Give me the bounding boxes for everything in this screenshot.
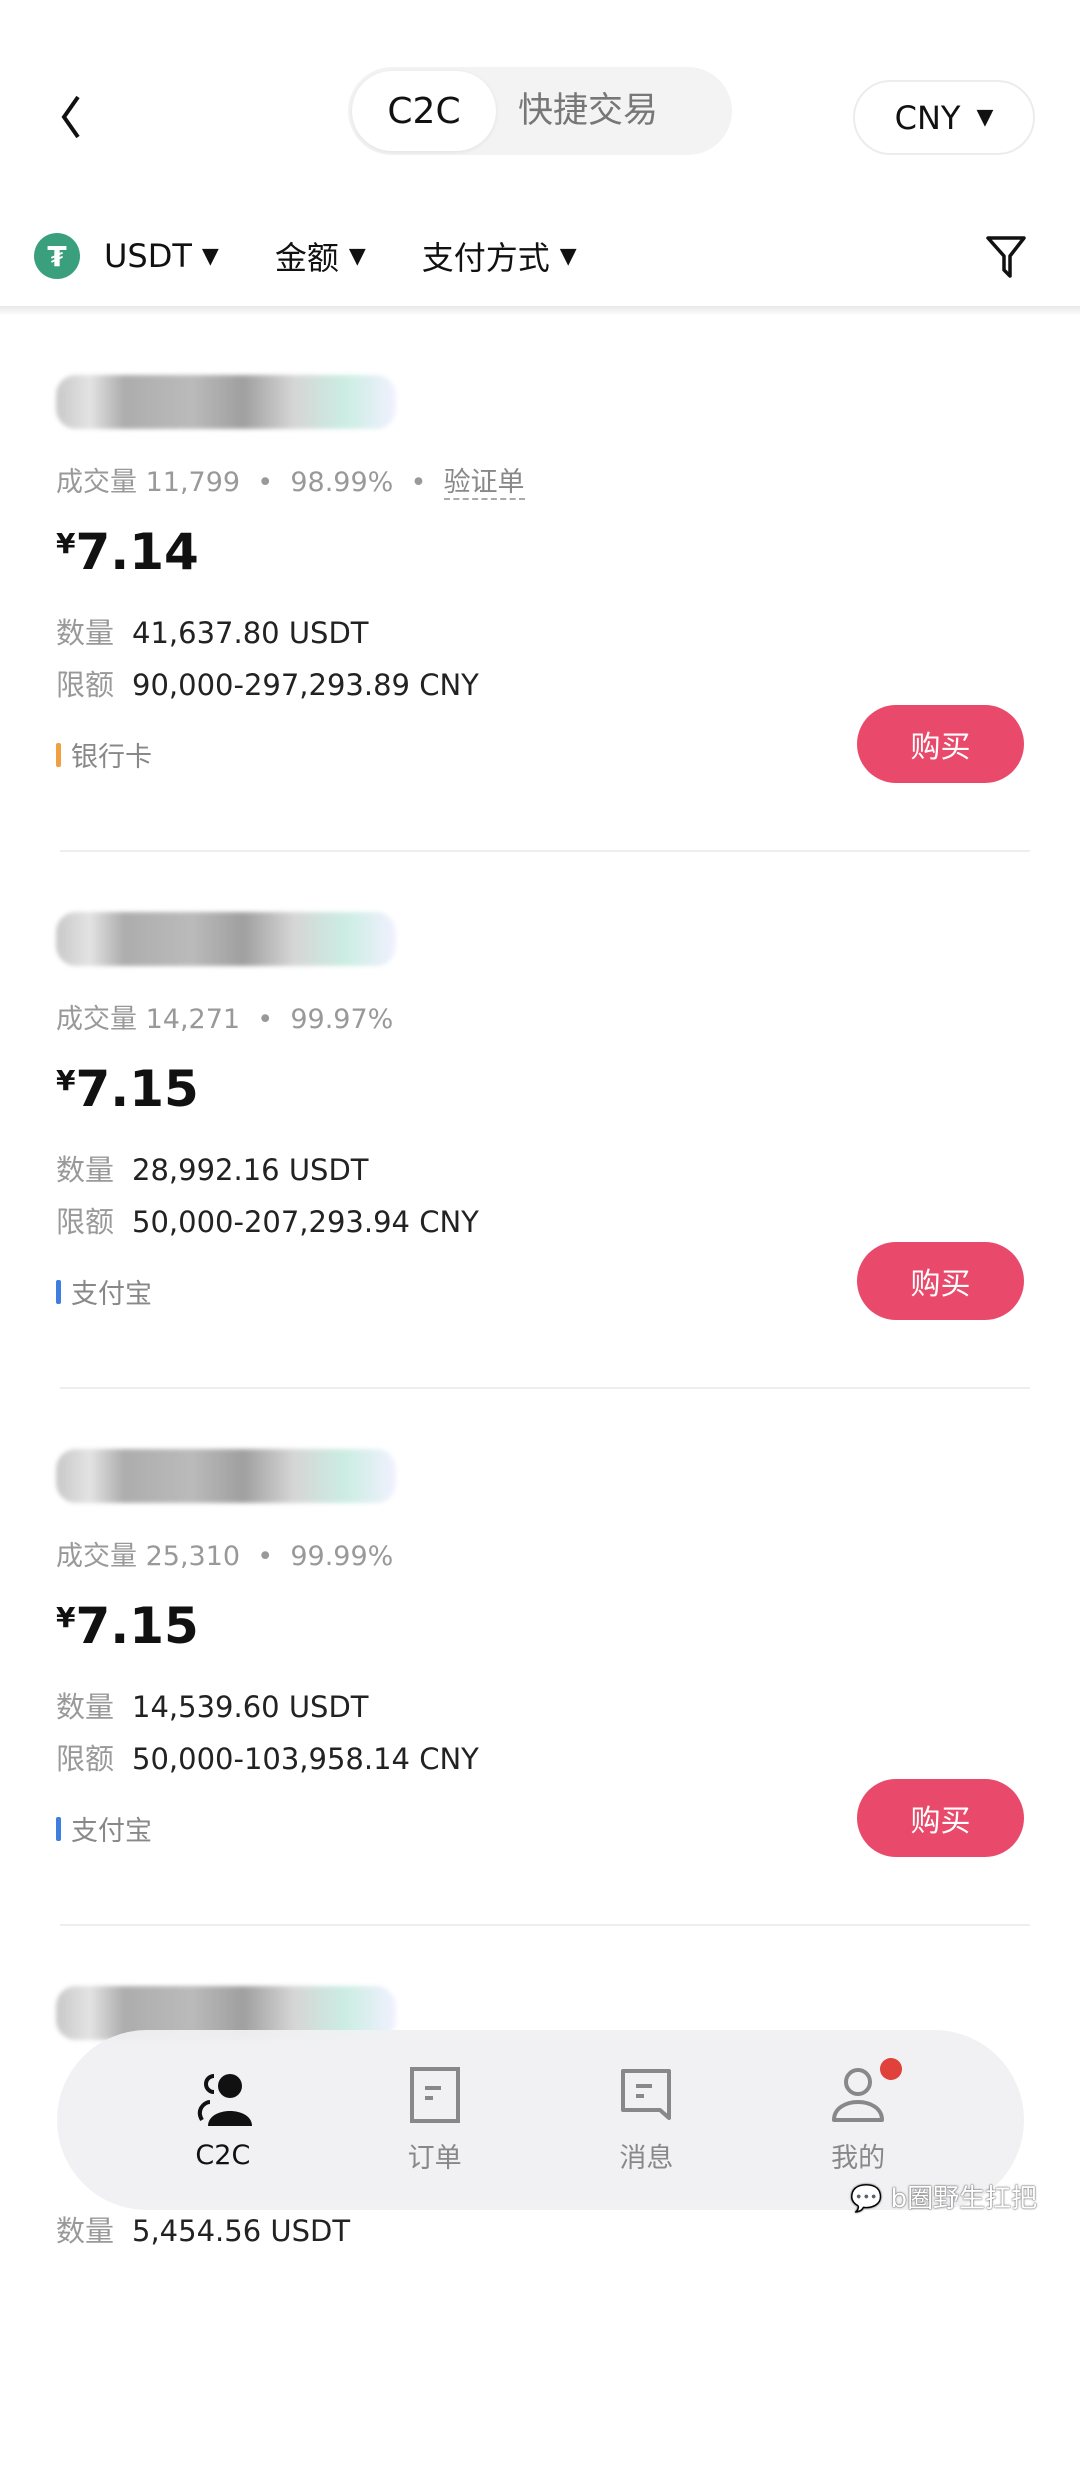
listing-card: 成交量 11,799 • 98.99% • 验证单 ¥7.14 数量 41,637.8…: [0, 335, 1080, 872]
amount-filter[interactable]: 金额 ▼: [275, 233, 366, 279]
caret-down-icon: ▼: [976, 105, 994, 130]
verify-link[interactable]: 验证单: [443, 467, 525, 500]
text: 50,000-207,293.94 CNY: [132, 1205, 479, 1239]
merchant-name-blurred[interactable]: [56, 375, 396, 429]
text: 银行卡: [71, 742, 152, 773]
nav-c2c[interactable]: C2C: [163, 2070, 283, 2171]
buy-button[interactable]: 购买: [857, 1242, 1024, 1320]
payment-method: 支付宝: [56, 1272, 152, 1311]
caret-down-icon: ▼: [201, 243, 219, 269]
text: 数量: [56, 1153, 115, 1187]
text: 成交量: [56, 467, 137, 498]
nav-label: 消息: [619, 2142, 674, 2174]
text: 7.15: [75, 1597, 199, 1655]
payment-method: 支付宝: [56, 1809, 152, 1848]
currency-label: CNY: [894, 98, 961, 137]
text: 支付宝: [71, 1279, 152, 1310]
text: ¥: [56, 527, 76, 560]
price: ¥7.15: [56, 1060, 199, 1118]
filter-icon[interactable]: [985, 234, 1027, 280]
text: 50,000-103,958.14 CNY: [132, 1742, 479, 1776]
nav-label: 订单: [407, 2142, 462, 2174]
nav-profile[interactable]: 我的: [798, 2057, 918, 2175]
tab-c2c[interactable]: C2C: [352, 71, 496, 151]
text: 数量: [56, 1690, 115, 1724]
nav-messages[interactable]: 消息: [586, 2066, 706, 2175]
limit: 限额 50,000-103,958.14 CNY: [56, 1736, 479, 1778]
payment-filter[interactable]: 支付方式 ▼: [422, 233, 577, 279]
text: 限额: [56, 1205, 115, 1239]
caret-down-icon: ▼: [348, 243, 366, 269]
trade-mode-toggle: C2C 快捷交易: [348, 67, 732, 155]
text: 限额: [56, 668, 115, 702]
merchant-stats: 成交量 14,271 • 99.97%: [56, 1004, 394, 1035]
order-icon: [409, 2066, 460, 2123]
buy-button[interactable]: 购买: [857, 1779, 1024, 1857]
back-icon[interactable]: [52, 92, 92, 142]
watermark-text: b圈野生扛把: [890, 2184, 1038, 2214]
watermark: 💬 b圈野生扛把: [850, 2184, 1038, 2214]
text: 5,454.56 USDT: [132, 2214, 351, 2248]
limit: 限额 90,000-297,293.89 CNY: [56, 662, 479, 704]
quantity: 数量 41,637.80 USDT: [56, 610, 369, 652]
text: 数量: [56, 2214, 115, 2248]
currency-selector[interactable]: CNY ▼: [853, 80, 1035, 155]
amount-label: 金额: [274, 239, 339, 277]
quantity: 数量 28,992.16 USDT: [56, 1147, 369, 1189]
divider: [60, 1924, 1030, 1926]
price: ¥7.14: [56, 523, 199, 581]
notification-badge: [880, 2057, 903, 2080]
nav-label: 我的: [831, 2142, 886, 2174]
text: 98.99%: [290, 467, 394, 498]
merchant-name-blurred[interactable]: [56, 1449, 396, 1503]
text: 99.97%: [290, 1004, 394, 1035]
header-divider: [0, 306, 1080, 316]
text: ¥: [56, 1601, 76, 1634]
tether-icon: ₮: [34, 233, 80, 279]
divider: [60, 850, 1030, 852]
text: 14,539.60 USDT: [132, 1690, 369, 1724]
message-icon: [621, 2068, 672, 2120]
limit: 限额 50,000-207,293.94 CNY: [56, 1199, 479, 1241]
quantity: 数量 14,539.60 USDT: [56, 1684, 369, 1726]
text: 41,637.80 USDT: [132, 616, 369, 650]
text: 成交量: [56, 1541, 137, 1572]
text: 7.14: [75, 523, 199, 581]
caret-down-icon: ▼: [559, 243, 577, 269]
text: 11,799: [145, 467, 241, 498]
text: 14,271: [145, 1004, 241, 1035]
text: 25,310: [145, 1541, 241, 1572]
text: 90,000-297,293.89 CNY: [132, 668, 479, 702]
text: 限额: [56, 1742, 115, 1776]
tab-quick-trade[interactable]: 快捷交易: [518, 67, 658, 155]
merchant-stats: 成交量 11,799 • 98.99% • 验证单: [56, 467, 525, 500]
payment-label: 支付方式: [421, 239, 550, 277]
text: 99.99%: [290, 1541, 394, 1572]
filter-bar: ₮ USDT ▼ 金额 ▼ 支付方式 ▼: [34, 228, 577, 284]
users-icon: [197, 2073, 252, 2126]
divider: [60, 1387, 1030, 1389]
text: 28,992.16 USDT: [132, 1153, 369, 1187]
text: ¥: [56, 1064, 76, 1097]
profile-icon: [832, 2067, 885, 2122]
coin-filter[interactable]: ₮ USDT ▼: [34, 233, 219, 279]
listing-card: 成交量 25,310 • 99.99% ¥7.15 数量 14,539.60 USDT…: [0, 1409, 1080, 1946]
text: 数量: [56, 616, 115, 650]
nav-orders[interactable]: 订单: [375, 2066, 495, 2175]
text: 7.15: [75, 1060, 199, 1118]
nav-label: C2C: [195, 2139, 251, 2171]
buy-button[interactable]: 购买: [857, 705, 1024, 783]
coin-label: USDT: [104, 237, 192, 275]
merchant-name-blurred[interactable]: [56, 912, 396, 966]
listing-card: 成交量 14,271 • 99.97% ¥7.15 数量 28,992.16 USDT…: [0, 872, 1080, 1409]
text: 支付宝: [71, 1816, 152, 1847]
payment-method: 银行卡: [56, 735, 152, 774]
quantity: 数量 5,454.56 USDT: [56, 2208, 350, 2250]
price: ¥7.15: [56, 1597, 199, 1655]
merchant-stats: 成交量 25,310 • 99.99%: [56, 1541, 394, 1572]
text: 成交量: [56, 1004, 137, 1035]
